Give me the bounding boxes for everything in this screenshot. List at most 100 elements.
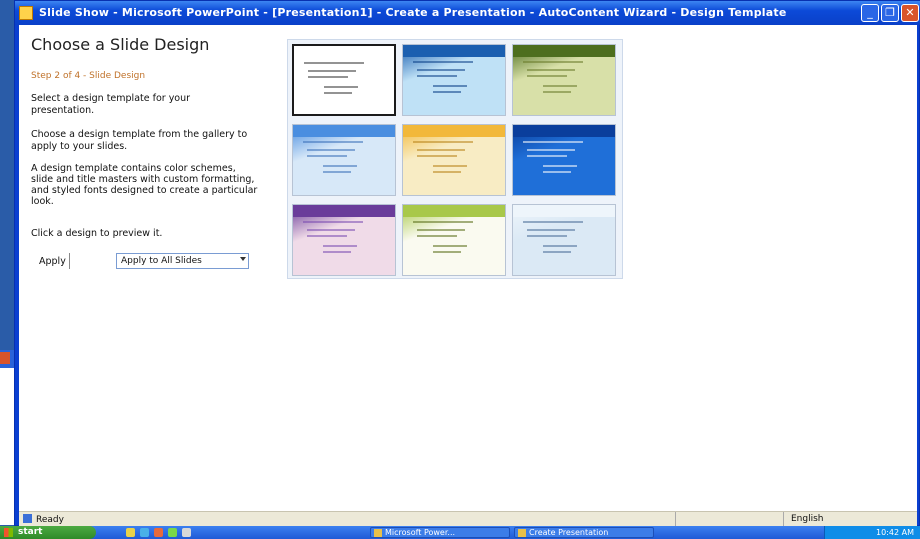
- thumbnail-text-line: [527, 155, 567, 157]
- thumbnail-text-line: [433, 171, 461, 173]
- apply-label: Apply: [39, 256, 66, 267]
- thumbnail-text-line: [527, 149, 575, 151]
- design-thumbnail[interactable]: [512, 124, 616, 196]
- design-thumbnail[interactable]: [292, 124, 396, 196]
- thumbnail-text-line: [323, 245, 357, 247]
- quicklaunch-desktop-icon[interactable]: [182, 528, 191, 537]
- apply-to-select-value: Apply to All Slides: [121, 256, 202, 266]
- instruction-text-2: Choose a design template from the galler…: [31, 129, 248, 152]
- quicklaunch-app-icon[interactable]: [168, 528, 177, 537]
- design-gallery: [287, 39, 623, 279]
- background-window-close-icon[interactable]: [0, 352, 10, 364]
- thumbnail-text-line: [323, 171, 351, 173]
- thumbnail-title-bar: [403, 125, 505, 137]
- thumbnail-text-line: [307, 149, 355, 151]
- window-title: Slide Show - Microsoft PowerPoint - [Pre…: [39, 6, 787, 19]
- design-thumbnail[interactable]: [292, 44, 396, 116]
- thumbnail-text-line: [307, 155, 347, 157]
- design-thumbnail[interactable]: [402, 124, 506, 196]
- design-thumbnail[interactable]: [512, 204, 616, 276]
- app-window: Slide Show - Microsoft PowerPoint - [Pre…: [14, 0, 920, 528]
- thumbnail-text-line: [307, 229, 355, 231]
- design-thumbnail[interactable]: [402, 204, 506, 276]
- thumbnail-text-line: [527, 75, 567, 77]
- status-icon: [23, 514, 32, 523]
- thumbnail-text-line: [323, 165, 357, 167]
- thumbnail-text-line: [543, 171, 571, 173]
- thumbnail-text-line: [417, 235, 457, 237]
- thumbnail-text-line: [433, 165, 467, 167]
- thumbnail-text-line: [527, 235, 567, 237]
- task-label: Microsoft Power...: [385, 528, 456, 537]
- quicklaunch-folder-icon[interactable]: [126, 528, 135, 537]
- background-window[interactable]: [0, 350, 14, 525]
- thumbnail-text-line: [527, 69, 575, 71]
- close-button[interactable]: ✕: [901, 4, 919, 22]
- thumbnail-title-bar: [294, 46, 394, 58]
- thumbnail-text-line: [527, 229, 575, 231]
- status-left: Ready: [23, 514, 64, 525]
- design-thumbnail[interactable]: [512, 44, 616, 116]
- thumbnail-text-line: [303, 141, 363, 143]
- title-bar[interactable]: Slide Show - Microsoft PowerPoint - [Pre…: [15, 1, 920, 25]
- thumbnail-text-line: [543, 85, 577, 87]
- thumbnail-text-line: [324, 86, 358, 88]
- thumbnail-text-line: [303, 221, 363, 223]
- powerpoint-app-icon: [19, 6, 33, 20]
- thumbnail-text-line: [433, 251, 461, 253]
- thumbnail-text-line: [523, 141, 583, 143]
- thumbnail-text-line: [417, 229, 465, 231]
- apply-row: Apply Apply to All Slides: [39, 253, 279, 271]
- design-thumbnail[interactable]: [292, 204, 396, 276]
- thumbnail-text-line: [304, 62, 364, 64]
- thumbnail-title-bar: [513, 45, 615, 57]
- start-button[interactable]: start: [0, 526, 96, 539]
- quicklaunch-browser-icon[interactable]: [140, 528, 149, 537]
- apply-to-select[interactable]: Apply to All Slides: [116, 253, 249, 269]
- thumbnail-text-line: [308, 70, 356, 72]
- task-icon: [374, 529, 382, 537]
- instruction-text-1: Select a design template for your presen…: [31, 93, 191, 116]
- start-label: start: [18, 527, 43, 537]
- thumbnail-text-line: [417, 149, 465, 151]
- page-title: Choose a Slide Design: [31, 35, 210, 54]
- task-label: Create Presentation: [529, 528, 609, 537]
- thumbnail-text-line: [417, 69, 465, 71]
- thumbnail-text-line: [307, 235, 347, 237]
- instruction-text-3: A design template contains color schemes…: [31, 163, 258, 207]
- thumbnail-title-bar: [403, 205, 505, 217]
- thumbnail-title-bar: [293, 125, 395, 137]
- thumbnail-text-line: [413, 61, 473, 63]
- thumbnail-text-line: [433, 91, 461, 93]
- instruction-text-4: Click a design to preview it.: [31, 228, 163, 239]
- system-tray: 10:42 AM: [824, 526, 920, 539]
- thumbnail-text-line: [543, 91, 571, 93]
- step-indicator: Step 2 of 4 - Slide Design: [31, 71, 146, 81]
- thumbnail-title-bar: [403, 45, 505, 57]
- thumbnail-text-line: [413, 141, 473, 143]
- thumbnail-title-bar: [293, 205, 395, 217]
- thumbnail-title-bar: [513, 205, 615, 217]
- taskbar: start Microsoft Power... Create Presenta…: [0, 526, 920, 539]
- thumbnail-text-line: [413, 221, 473, 223]
- status-bar: Ready English: [19, 511, 917, 528]
- status-left-text: Ready: [36, 515, 64, 525]
- clock: 10:42 AM: [876, 528, 914, 537]
- status-language: English: [791, 514, 824, 524]
- taskbar-task-wizard[interactable]: Create Presentation: [514, 527, 654, 538]
- windows-logo-icon: [4, 528, 13, 537]
- taskbar-task-powerpoint[interactable]: Microsoft Power...: [370, 527, 510, 538]
- thumbnail-text-line: [323, 251, 351, 253]
- restore-button[interactable]: ❐: [881, 4, 899, 22]
- thumbnail-text-line: [523, 221, 583, 223]
- thumbnail-text-line: [308, 76, 348, 78]
- thumbnail-text-line: [324, 92, 352, 94]
- design-thumbnail[interactable]: [402, 44, 506, 116]
- chevron-down-icon[interactable]: [240, 257, 246, 261]
- thumbnail-title-bar: [513, 125, 615, 137]
- thumbnail-text-line: [523, 61, 583, 63]
- minimize-button[interactable]: _: [861, 4, 879, 22]
- task-icon: [518, 529, 526, 537]
- thumbnail-text-line: [417, 155, 457, 157]
- quicklaunch-media-icon[interactable]: [154, 528, 163, 537]
